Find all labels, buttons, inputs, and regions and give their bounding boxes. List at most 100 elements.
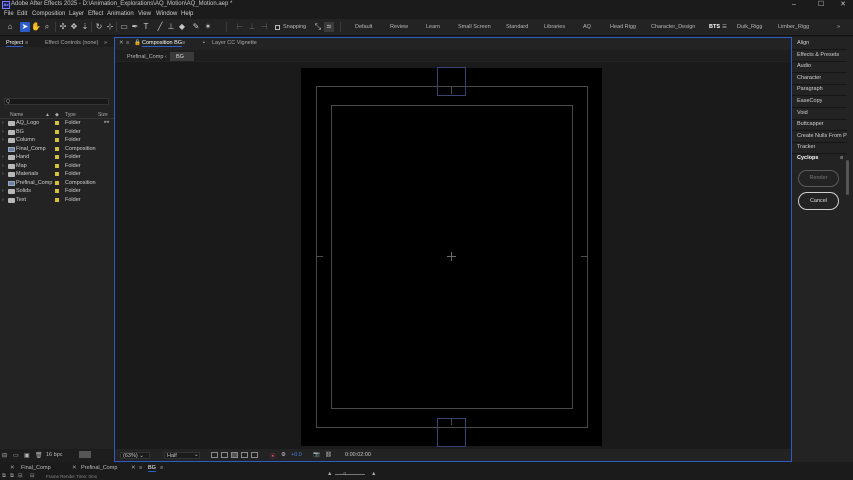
- layer-lock-icon[interactable]: ▪: [203, 40, 205, 46]
- color-channel-icon[interactable]: ⦿: [270, 452, 276, 460]
- workspace-review[interactable]: Review: [390, 24, 408, 30]
- workspace-menu-icon[interactable]: ☰: [722, 24, 727, 30]
- project-item-row[interactable]: › Column Folder: [0, 136, 113, 145]
- expand-arrow-icon[interactable]: ›: [2, 188, 4, 194]
- cancel-button[interactable]: Cancel: [798, 192, 839, 210]
- right-panel-item-easecopy[interactable]: EaseCopy: [797, 98, 822, 104]
- mask-toggle-icon[interactable]: [231, 452, 238, 458]
- timeline-tab-bg[interactable]: BG: [148, 465, 156, 472]
- label-color-swatch[interactable]: [55, 129, 59, 134]
- dolly-camera-icon[interactable]: ⇣: [80, 22, 90, 32]
- right-panel-item-align[interactable]: Align: [797, 40, 809, 46]
- timeline-tab-close-3-icon[interactable]: ✕: [131, 465, 136, 471]
- menu-edit[interactable]: Edit: [17, 11, 27, 17]
- column-size[interactable]: Size: [98, 112, 108, 118]
- label-color-swatch[interactable]: [55, 180, 59, 185]
- workspace-standard[interactable]: Standard: [506, 24, 528, 30]
- label-color-swatch[interactable]: [55, 189, 59, 193]
- timeline-tab-final-comp[interactable]: Final_Comp: [21, 465, 51, 471]
- expand-arrow-icon[interactable]: ›: [2, 154, 4, 160]
- label-color-swatch[interactable]: [55, 172, 59, 176]
- status-toggle-1-icon[interactable]: ⧉: [2, 473, 6, 480]
- column-name[interactable]: Name: [10, 112, 23, 118]
- project-item-row[interactable]: › Map Folder: [0, 162, 113, 171]
- menu-file[interactable]: File: [4, 11, 14, 17]
- region-of-interest-icon[interactable]: [251, 452, 258, 458]
- right-panel-item-create-nulls-from-paths-jsx[interactable]: Create Nulls From Paths.jsx: [797, 133, 847, 139]
- pen-tool-icon[interactable]: ✒: [130, 22, 140, 32]
- right-panel-item-character[interactable]: Character: [797, 75, 821, 81]
- menu-window[interactable]: Window: [156, 11, 177, 17]
- project-item-row[interactable]: › AQ_Logo Folder: [0, 119, 113, 128]
- right-panel-item-paragraph[interactable]: Paragraph: [797, 86, 823, 92]
- hand-tool-icon[interactable]: ✋: [31, 22, 41, 32]
- workspace-aq[interactable]: AQ: [583, 24, 591, 30]
- selection-tool-icon[interactable]: ➤: [20, 22, 30, 32]
- status-toggle-2-icon[interactable]: ⧉: [10, 473, 14, 480]
- label-color-swatch[interactable]: [55, 197, 59, 202]
- comp-viewer[interactable]: [115, 62, 791, 449]
- align-center-icon[interactable]: ⊥: [247, 22, 257, 32]
- brush-tool-icon[interactable]: ╱: [155, 22, 165, 32]
- delete-icon[interactable]: 🗑: [35, 452, 43, 459]
- comp-tab-menu-icon[interactable]: ≡: [126, 40, 129, 46]
- snapshot-icon[interactable]: 📷: [313, 452, 320, 458]
- project-color-swatch[interactable]: [79, 451, 91, 458]
- comp-panel-menu-icon[interactable]: ≡: [182, 40, 185, 46]
- timeline-tab-menu-icon[interactable]: ≡: [139, 465, 142, 471]
- clone-stamp-icon[interactable]: ⊥: [166, 22, 176, 32]
- workspace-default[interactable]: Default: [355, 24, 372, 30]
- eraser-tool-icon[interactable]: ◆: [177, 22, 187, 32]
- tab-effect-controls[interactable]: Effect Controls (none): [45, 40, 98, 46]
- minimize-icon[interactable]: –: [785, 0, 803, 10]
- fast-preview-icon[interactable]: [211, 452, 218, 458]
- menu-composition[interactable]: Composition: [32, 11, 65, 17]
- label-color-swatch[interactable]: [55, 121, 59, 125]
- tab-composition-bg[interactable]: Composition BG: [142, 40, 183, 47]
- snapping-checkbox[interactable]: [275, 25, 280, 30]
- expand-arrow-icon[interactable]: ›: [2, 197, 4, 203]
- home-icon[interactable]: ⌂: [5, 22, 15, 32]
- label-column-icon[interactable]: ◆: [55, 112, 59, 118]
- workspace-head-rigg[interactable]: Head Rigg: [610, 24, 636, 30]
- rectangle-tool-icon[interactable]: ▭: [119, 22, 129, 32]
- tab-layer-cc-vignette[interactable]: Layer CC Vignette: [212, 40, 257, 46]
- expand-arrow-icon[interactable]: ›: [2, 137, 4, 143]
- pan-camera-icon[interactable]: ✥: [69, 22, 79, 32]
- zoom-slider-handle-icon[interactable]: ○: [343, 471, 346, 477]
- zoom-tool-icon[interactable]: ⌕: [42, 22, 52, 32]
- menu-animation[interactable]: Animation: [107, 11, 134, 17]
- search-input[interactable]: Q: [4, 98, 109, 105]
- status-toggle-3-icon[interactable]: ⊟: [18, 473, 23, 479]
- right-panel-scrollbar[interactable]: [846, 160, 849, 195]
- zoom-dropdown[interactable]: (63%) ⌄: [120, 452, 150, 459]
- timeline-zoom-slider[interactable]: [335, 474, 365, 475]
- comp-close-icon[interactable]: ✕: [119, 40, 124, 46]
- menu-view[interactable]: View: [138, 11, 151, 17]
- grid-toggle-icon[interactable]: [221, 452, 228, 458]
- new-composition-icon[interactable]: ▣: [24, 452, 30, 459]
- expand-arrow-icon[interactable]: ›: [2, 120, 4, 126]
- workspace-overflow-icon[interactable]: »: [837, 24, 840, 30]
- maximize-icon[interactable]: ☐: [812, 0, 830, 10]
- new-folder-icon[interactable]: ▭: [13, 452, 19, 459]
- project-item-row[interactable]: › BG Folder: [0, 128, 113, 137]
- snap-options-icon[interactable]: ⤡: [313, 22, 323, 32]
- project-item-row[interactable]: Prefinal_Comp Composition: [0, 179, 113, 188]
- right-panel-item-buttcapper[interactable]: Buttcapper: [797, 121, 824, 127]
- workspace-bts[interactable]: BTS: [709, 24, 720, 30]
- timeline-tab-bg-menu-icon[interactable]: ≡: [160, 465, 163, 471]
- breadcrumb-prefinal-comp[interactable]: Prefinal_Comp: [127, 54, 163, 60]
- project-item-row[interactable]: › Hand Folder: [0, 153, 113, 162]
- status-toggle-4-icon[interactable]: ⊟: [30, 473, 35, 479]
- rotate-tool-icon[interactable]: ↻: [94, 22, 104, 32]
- timecode[interactable]: 0:00:02:00: [345, 452, 371, 458]
- snap-grid-icon[interactable]: ⌗: [324, 22, 334, 32]
- menu-effect[interactable]: Effect: [88, 11, 103, 17]
- workspace-character-design[interactable]: Character_Design: [651, 24, 695, 30]
- expand-arrow-icon[interactable]: ›: [2, 129, 4, 135]
- workspace-learn[interactable]: Learn: [426, 24, 440, 30]
- tab-project[interactable]: Project: [6, 40, 24, 47]
- label-color-swatch[interactable]: [55, 138, 59, 142]
- menu-layer[interactable]: Layer: [69, 11, 84, 17]
